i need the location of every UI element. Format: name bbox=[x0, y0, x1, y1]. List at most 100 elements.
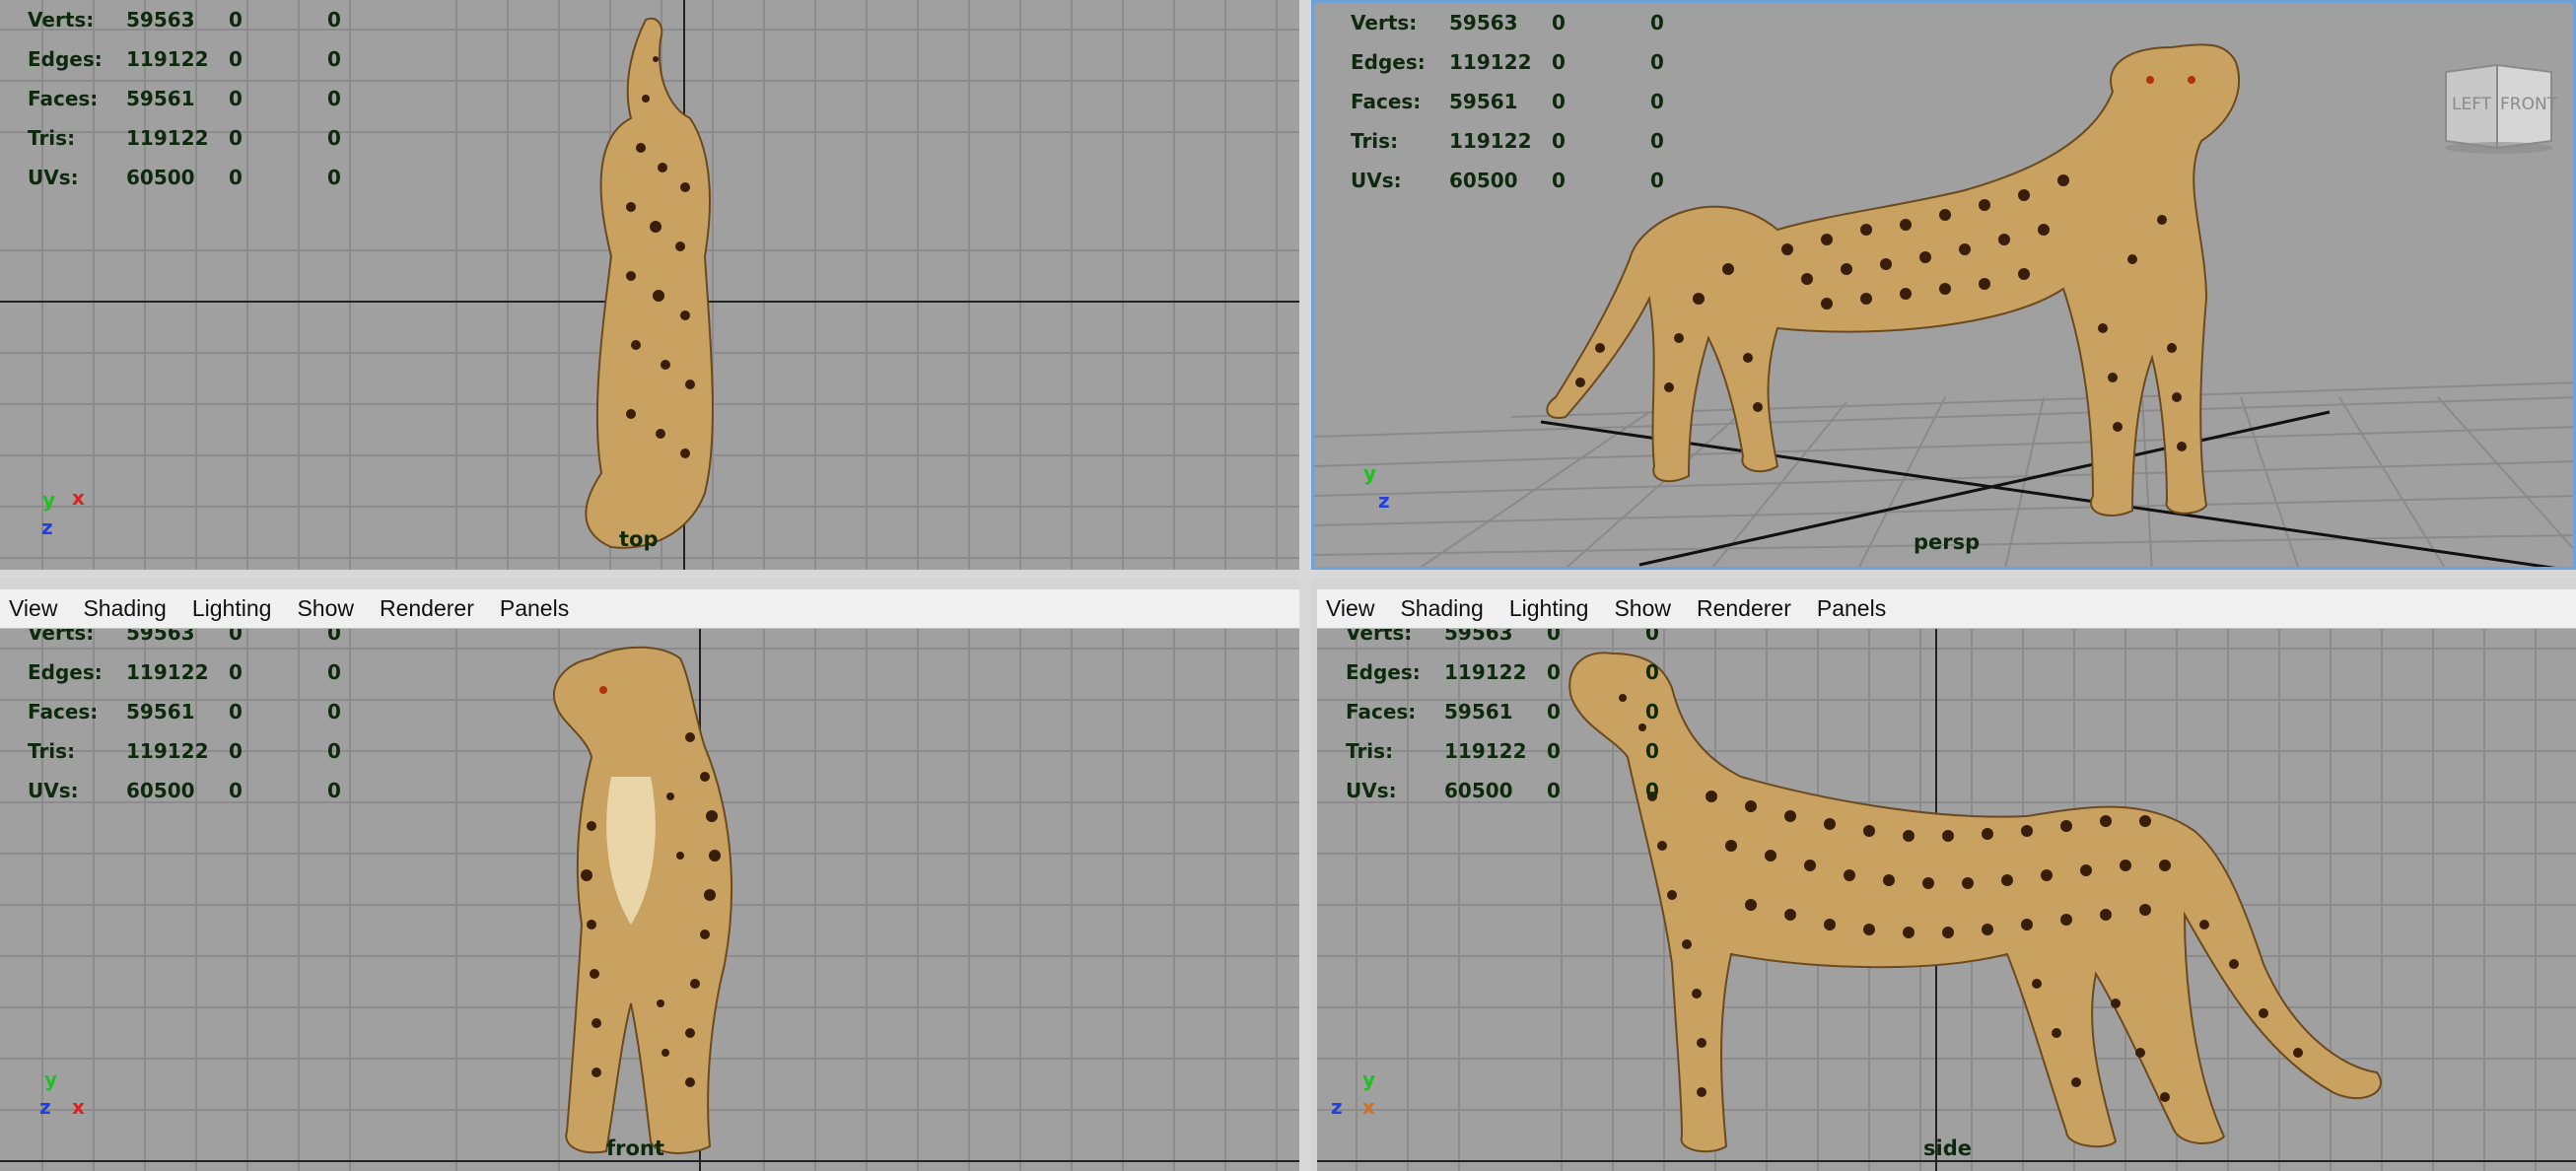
hud-value: 0 bbox=[229, 700, 243, 723]
hud-row-uvs: UVs: 60500 0 0 bbox=[1351, 161, 1664, 200]
hud-label: Verts: bbox=[1351, 11, 1418, 34]
hud-row-uvs: UVs: 60500 0 0 bbox=[28, 158, 341, 197]
hud-row-faces: Faces: 59561 0 0 bbox=[1351, 82, 1664, 121]
hud-row-verts: Verts: 59563 0 0 bbox=[1351, 3, 1664, 42]
hud-value: 59563 bbox=[126, 8, 195, 32]
hud-row-uvs: UVs: 60500 0 0 bbox=[1346, 771, 1659, 810]
panel-menubar-front: View Shading Lighting Show Renderer Pane… bbox=[0, 589, 1299, 629]
axis-x-label: x bbox=[72, 486, 85, 510]
hud-value: 0 bbox=[1650, 50, 1664, 74]
view-cube-left-label[interactable]: LEFT bbox=[2452, 95, 2491, 114]
hud-value: 0 bbox=[229, 47, 243, 71]
axis-x-label: x bbox=[72, 1095, 85, 1119]
viewport-top[interactable]: Verts: 59563 0 0 Edges: 119122 0 0 Faces: 59561… bbox=[0, 0, 1299, 570]
axis-x-label: x bbox=[1362, 1095, 1375, 1119]
hud-value: 0 bbox=[327, 8, 341, 32]
hud-value: 0 bbox=[327, 700, 341, 723]
viewport-label-front: front bbox=[606, 1137, 664, 1160]
hud-value: 0 bbox=[1552, 169, 1566, 192]
hud-label: UVs: bbox=[1351, 169, 1402, 192]
menu-shading[interactable]: Shading bbox=[80, 593, 169, 624]
menu-view[interactable]: View bbox=[1323, 593, 1377, 624]
axis-gizmo: y z x bbox=[39, 1068, 108, 1137]
hud-value: 0 bbox=[327, 166, 341, 189]
hud-row-edges: Edges: 119122 0 0 bbox=[28, 39, 341, 79]
hud-value: 119122 bbox=[126, 126, 209, 150]
hud-row-uvs: UVs: 60500 0 0 bbox=[28, 771, 341, 810]
hud-label: UVs: bbox=[28, 166, 79, 189]
menu-panels[interactable]: Panels bbox=[497, 593, 572, 624]
menu-renderer[interactable]: Renderer bbox=[1694, 593, 1794, 624]
hud-label: Tris: bbox=[28, 739, 76, 763]
hud-label: Edges: bbox=[1346, 660, 1421, 684]
poly-count-hud: Verts: 59563 0 0 Edges: 119122 0 0 Faces: 59561… bbox=[28, 0, 341, 197]
hud-value: 0 bbox=[327, 47, 341, 71]
viewport-side[interactable]: Verts: 59563 0 0 Edges: 119122 0 0 Faces: 59561… bbox=[1317, 629, 2576, 1171]
hud-label: Faces: bbox=[28, 700, 99, 723]
hud-row-faces: Faces: 59561 0 0 bbox=[1346, 692, 1659, 731]
hud-value: 119122 bbox=[1444, 739, 1527, 763]
hud-value: 0 bbox=[1552, 11, 1566, 34]
cheetah-model[interactable] bbox=[1568, 652, 2382, 1153]
menu-shading[interactable]: Shading bbox=[1397, 593, 1486, 624]
hud-value: 0 bbox=[229, 629, 243, 645]
axis-y-label: y bbox=[1362, 1068, 1376, 1091]
hud-value: 0 bbox=[1645, 779, 1659, 802]
menu-view[interactable]: View bbox=[6, 593, 60, 624]
cheetah-model[interactable] bbox=[585, 17, 714, 549]
menu-panels[interactable]: Panels bbox=[1814, 593, 1889, 624]
hud-value: 119122 bbox=[126, 739, 209, 763]
menu-lighting[interactable]: Lighting bbox=[189, 593, 275, 624]
hud-value: 0 bbox=[327, 739, 341, 763]
hud-value: 0 bbox=[327, 87, 341, 110]
hud-label: Verts: bbox=[28, 8, 95, 32]
hud-value: 0 bbox=[1547, 739, 1561, 763]
hud-value: 0 bbox=[1645, 629, 1659, 645]
hud-row-tris: Tris: 119122 0 0 bbox=[28, 731, 341, 771]
hud-value: 0 bbox=[1650, 169, 1664, 192]
hud-value: 60500 bbox=[1449, 169, 1518, 192]
hud-label: Tris: bbox=[1351, 129, 1399, 153]
hud-value: 0 bbox=[327, 660, 341, 684]
hud-row-edges: Edges: 119122 0 0 bbox=[28, 653, 341, 692]
hud-label: Tris: bbox=[1346, 739, 1394, 763]
hud-value: 0 bbox=[1650, 90, 1664, 113]
menu-show[interactable]: Show bbox=[294, 593, 357, 624]
view-cube[interactable]: LEFT FRONT bbox=[2438, 57, 2561, 156]
hud-value: 0 bbox=[229, 779, 243, 802]
viewport-front[interactable]: Verts: 59563 0 0 Edges: 119122 0 0 Faces: 59561… bbox=[0, 629, 1299, 1171]
hud-row-tris: Tris: 119122 0 0 bbox=[28, 118, 341, 158]
hud-value: 59561 bbox=[1444, 700, 1513, 723]
poly-count-hud: Verts: 59563 0 0 Edges: 119122 0 0 Faces: 59561… bbox=[1346, 629, 1659, 810]
axis-z-label: z bbox=[1378, 489, 1390, 513]
poly-count-hud: Verts: 59563 0 0 Edges: 119122 0 0 Faces: 59561… bbox=[1351, 3, 1664, 200]
hud-value: 0 bbox=[1547, 779, 1561, 802]
axis-z-label: z bbox=[1331, 1095, 1343, 1119]
hud-row-tris: Tris: 119122 0 0 bbox=[1351, 121, 1664, 161]
cheetah-model[interactable] bbox=[552, 646, 733, 1154]
hud-value: 0 bbox=[1552, 90, 1566, 113]
hud-row-edges: Edges: 119122 0 0 bbox=[1351, 42, 1664, 82]
hud-value: 119122 bbox=[126, 47, 209, 71]
axis-z-label: z bbox=[39, 1095, 51, 1119]
hud-label: Faces: bbox=[28, 87, 99, 110]
viewport-separator-vertical[interactable] bbox=[1299, 0, 1311, 1171]
hud-value: 0 bbox=[229, 739, 243, 763]
hud-value: 59563 bbox=[126, 629, 195, 645]
menu-lighting[interactable]: Lighting bbox=[1506, 593, 1592, 624]
viewport-separator-horizontal[interactable] bbox=[0, 570, 2576, 578]
hud-row-faces: Faces: 59561 0 0 bbox=[28, 692, 341, 731]
hud-row-edges: Edges: 119122 0 0 bbox=[1346, 653, 1659, 692]
menu-renderer[interactable]: Renderer bbox=[377, 593, 477, 624]
view-cube-front-label[interactable]: FRONT bbox=[2500, 95, 2557, 114]
hud-value: 0 bbox=[1645, 739, 1659, 763]
viewport-persp[interactable]: Verts: 59563 0 0 Edges: 119122 0 0 Faces: 59561… bbox=[1311, 0, 2576, 570]
viewport-label-top: top bbox=[619, 527, 659, 551]
hud-label: Tris: bbox=[28, 126, 76, 150]
menu-show[interactable]: Show bbox=[1611, 593, 1674, 624]
hud-value: 0 bbox=[1547, 629, 1561, 645]
axis-gizmo: y x z bbox=[37, 486, 106, 557]
hud-value: 119122 bbox=[1444, 660, 1527, 684]
hud-value: 59561 bbox=[126, 700, 195, 723]
hud-label: Verts: bbox=[1346, 629, 1413, 645]
